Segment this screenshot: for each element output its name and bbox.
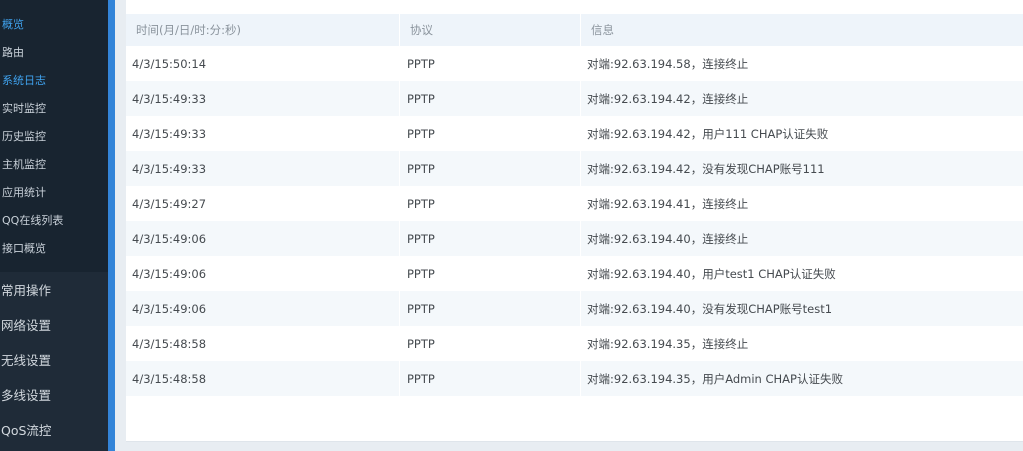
menu-wireless-settings[interactable]: 无线设置 bbox=[0, 343, 108, 378]
menu-multiline-settings[interactable]: 多线设置 bbox=[0, 378, 108, 413]
cell-info: 对端:92.63.194.40，用户test1 CHAP认证失败 bbox=[581, 256, 1023, 291]
table-header-row: 时间(月/日/时:分:秒) 协议 信息 bbox=[126, 14, 1023, 46]
cell-info: 对端:92.63.194.35，连接终止 bbox=[581, 326, 1023, 361]
sidebar-item-history-monitor[interactable]: 历史监控 bbox=[0, 123, 108, 151]
cell-info: 对端:92.63.194.40，连接终止 bbox=[581, 221, 1023, 256]
menu-network-settings[interactable]: 网络设置 bbox=[0, 308, 108, 343]
cell-info: 对端:92.63.194.41，连接终止 bbox=[581, 186, 1023, 221]
sidebar-accent-strip bbox=[108, 0, 115, 451]
cell-info: 对端:92.63.194.42，连接终止 bbox=[581, 81, 1023, 116]
cell-info: 对端:92.63.194.35，用户Admin CHAP认证失败 bbox=[581, 361, 1023, 396]
menu-common-operations[interactable]: 常用操作 bbox=[0, 273, 108, 308]
column-header-time[interactable]: 时间(月/日/时:分:秒) bbox=[126, 14, 400, 46]
table-row: 4/3/15:50:14 PPTP 对端:92.63.194.58，连接终止 bbox=[126, 46, 1023, 81]
sidebar-submenu: 概览 路由 系统日志 实时监控 历史监控 主机监控 应用统计 QQ在线列表 接口… bbox=[0, 0, 108, 272]
cell-protocol: PPTP bbox=[400, 186, 581, 221]
cell-protocol: PPTP bbox=[400, 116, 581, 151]
cell-protocol: PPTP bbox=[400, 291, 581, 326]
sidebar-item-realtime-monitor[interactable]: 实时监控 bbox=[0, 95, 108, 123]
cell-protocol: PPTP bbox=[400, 326, 581, 361]
sidebar-item-host-monitor[interactable]: 主机监控 bbox=[0, 151, 108, 179]
cell-protocol: PPTP bbox=[400, 221, 581, 256]
panel-topbar bbox=[126, 0, 1023, 14]
cell-info: 对端:92.63.194.42，用户111 CHAP认证失败 bbox=[581, 116, 1023, 151]
sidebar-item-qq-online[interactable]: QQ在线列表 bbox=[0, 207, 108, 235]
cell-time: 4/3/15:49:33 bbox=[126, 81, 400, 116]
table-row: 4/3/15:49:06 PPTP 对端:92.63.194.40，没有发现CH… bbox=[126, 291, 1023, 326]
sidebar-item-interface-overview[interactable]: 接口概览 bbox=[0, 235, 108, 263]
table-row: 4/3/15:48:58 PPTP 对端:92.63.194.35，用户Admi… bbox=[126, 361, 1023, 396]
sidebar-item-app-stats[interactable]: 应用统计 bbox=[0, 179, 108, 207]
column-header-protocol[interactable]: 协议 bbox=[400, 14, 581, 46]
log-table: 时间(月/日/时:分:秒) 协议 信息 4/3/15:50:14 PPTP 对端… bbox=[126, 14, 1023, 396]
content-gutter bbox=[115, 0, 126, 451]
column-header-info[interactable]: 信息 bbox=[581, 14, 1023, 46]
cell-protocol: PPTP bbox=[400, 46, 581, 81]
table-row: 4/3/15:48:58 PPTP 对端:92.63.194.35，连接终止 bbox=[126, 326, 1023, 361]
table-row: 4/3/15:49:06 PPTP 对端:92.63.194.40，用户test… bbox=[126, 256, 1023, 291]
cell-time: 4/3/15:49:06 bbox=[126, 256, 400, 291]
sidebar: 概览 路由 系统日志 实时监控 历史监控 主机监控 应用统计 QQ在线列表 接口… bbox=[0, 0, 108, 451]
cell-protocol: PPTP bbox=[400, 361, 581, 396]
sidebar-item-overview[interactable]: 概览 bbox=[0, 11, 108, 39]
table-row: 4/3/15:49:27 PPTP 对端:92.63.194.41，连接终止 bbox=[126, 186, 1023, 221]
table-row: 4/3/15:49:33 PPTP 对端:92.63.194.42，用户111 … bbox=[126, 116, 1023, 151]
cell-time: 4/3/15:49:06 bbox=[126, 221, 400, 256]
table-row: 4/3/15:49:33 PPTP 对端:92.63.194.42，没有发现CH… bbox=[126, 151, 1023, 186]
table-row: 4/3/15:49:33 PPTP 对端:92.63.194.42，连接终止 bbox=[126, 81, 1023, 116]
log-panel: 时间(月/日/时:分:秒) 协议 信息 4/3/15:50:14 PPTP 对端… bbox=[126, 0, 1023, 442]
cell-time: 4/3/15:50:14 bbox=[126, 46, 400, 81]
cell-time: 4/3/15:49:06 bbox=[126, 291, 400, 326]
cell-time: 4/3/15:48:58 bbox=[126, 361, 400, 396]
sidebar-main-menu: 常用操作 网络设置 无线设置 多线设置 QoS流控 bbox=[0, 273, 108, 448]
cell-info: 对端:92.63.194.58，连接终止 bbox=[581, 46, 1023, 81]
table-row: 4/3/15:49:06 PPTP 对端:92.63.194.40，连接终止 bbox=[126, 221, 1023, 256]
cell-protocol: PPTP bbox=[400, 151, 581, 186]
sidebar-item-system-log[interactable]: 系统日志 bbox=[0, 67, 108, 95]
cell-info: 对端:92.63.194.42，没有发现CHAP账号111 bbox=[581, 151, 1023, 186]
cell-time: 4/3/15:49:33 bbox=[126, 116, 400, 151]
cell-time: 4/3/15:49:27 bbox=[126, 186, 400, 221]
sidebar-item-route[interactable]: 路由 bbox=[0, 39, 108, 67]
cell-info: 对端:92.63.194.40，没有发现CHAP账号test1 bbox=[581, 291, 1023, 326]
cell-time: 4/3/15:49:33 bbox=[126, 151, 400, 186]
menu-qos[interactable]: QoS流控 bbox=[0, 413, 108, 448]
cell-protocol: PPTP bbox=[400, 256, 581, 291]
cell-protocol: PPTP bbox=[400, 81, 581, 116]
cell-time: 4/3/15:48:58 bbox=[126, 326, 400, 361]
